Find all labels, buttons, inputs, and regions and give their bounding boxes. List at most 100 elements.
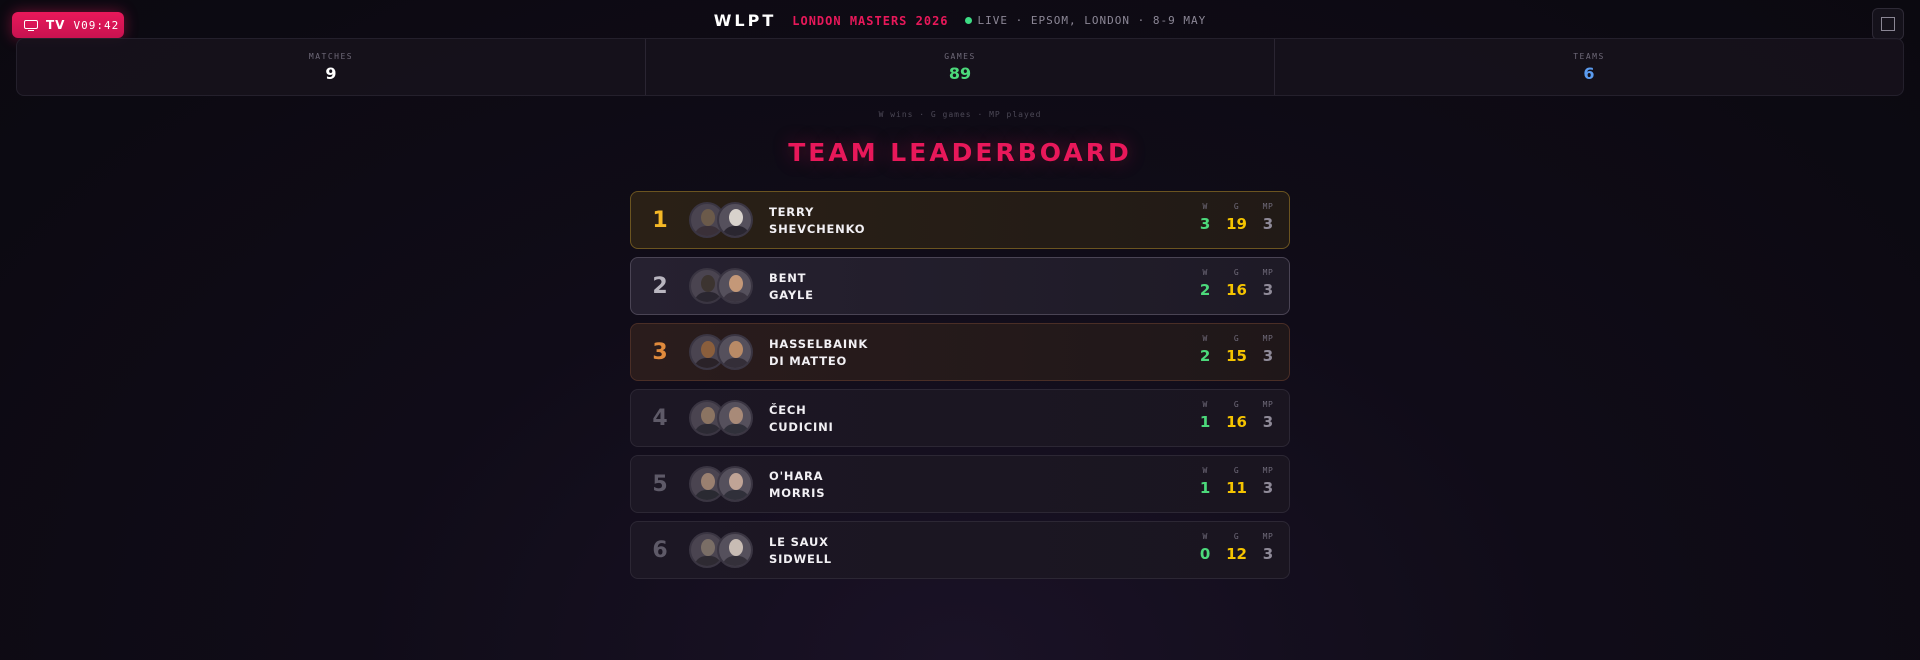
metric-wins: W1 xyxy=(1196,466,1214,497)
live-dot-icon xyxy=(964,17,972,24)
team-rank: 4 xyxy=(652,405,668,431)
avatar xyxy=(717,466,753,502)
played-value: 3 xyxy=(1262,545,1274,563)
metric-label: W xyxy=(1202,400,1208,409)
team-metrics: W 2 G 16 MP 3 xyxy=(1196,268,1277,299)
played-value: 3 xyxy=(1262,479,1274,497)
player-name: DI MATTEO xyxy=(769,353,848,368)
metric-wins: W0 xyxy=(1196,532,1214,563)
wins-value: 1 xyxy=(1199,413,1211,431)
metric-label: G xyxy=(1233,400,1240,409)
metric-label: G xyxy=(1233,202,1240,211)
metric-played: MP 3 xyxy=(1259,400,1277,431)
team-row[interactable]: 5 O'HARA MORRIS W 1 G 11 MP 3 xyxy=(630,455,1290,513)
metric-label: G xyxy=(1233,532,1240,541)
team-metrics: W 1 G 11 MP 3 xyxy=(1196,466,1277,497)
metric-label: G xyxy=(1233,334,1240,343)
played-value: 3 xyxy=(1262,347,1274,365)
player-name: LE SAUX xyxy=(769,534,829,549)
player-name: O'HARA xyxy=(769,468,824,483)
metric-wins: W2 xyxy=(1196,268,1214,299)
metric-played: MP 3 xyxy=(1259,268,1277,299)
team-metrics: W 2 G 15 MP 3 xyxy=(1196,334,1277,365)
avatar xyxy=(717,202,753,238)
team-row[interactable]: 1 TERRY SHEVCHENKO W 3 G 19 MP 3 xyxy=(630,191,1290,249)
stat-matches: MATCHES 9 xyxy=(17,39,645,95)
wins-value: 2 xyxy=(1199,347,1211,365)
metric-label: MP xyxy=(1262,466,1274,475)
team-row[interactable]: 4 ČECH CUDICINI W 1 G 16 MP 3 xyxy=(630,389,1290,447)
team-avatars xyxy=(689,268,755,304)
team-players: LE SAUX SIDWELL xyxy=(769,535,832,566)
played-value: 3 xyxy=(1262,281,1274,299)
player-name: MORRIS xyxy=(769,485,826,500)
games-value: 19 xyxy=(1226,215,1247,233)
team-row[interactable]: 3 HASSELBAINK DI MATTEO W 2 G 15 MP 3 xyxy=(630,323,1290,381)
team-avatars xyxy=(689,400,755,436)
metric-wins: W2 xyxy=(1196,334,1214,365)
stat-label: TEAMS xyxy=(1573,51,1605,61)
live-status: LIVE · EPSOM, LONDON · 8-9 MAY xyxy=(964,14,1207,27)
team-row[interactable]: 2 BENT GAYLE W 2 G 16 MP 3 xyxy=(630,257,1290,315)
stat-value: 9 xyxy=(325,63,337,83)
metric-label: W xyxy=(1202,334,1208,343)
metric-label: G xyxy=(1233,268,1240,277)
wins-value: 0 xyxy=(1199,545,1211,563)
metric-label: MP xyxy=(1262,202,1274,211)
player-name: SHEVCHENKO xyxy=(769,221,866,236)
team-players: BENT GAYLE xyxy=(769,271,814,302)
metric-label: W xyxy=(1202,202,1208,211)
team-metrics: W 0 G 12 MP 3 xyxy=(1196,532,1277,563)
wins-value: 2 xyxy=(1199,281,1211,299)
player-name: BENT xyxy=(769,270,807,285)
games-value: 16 xyxy=(1226,413,1247,431)
team-rank: 1 xyxy=(652,207,668,233)
wins-value: 1 xyxy=(1199,479,1211,497)
team-players: O'HARA MORRIS xyxy=(769,469,825,500)
stat-games: GAMES 89 xyxy=(645,39,1274,95)
metric-played: MP 3 xyxy=(1259,334,1277,365)
stat-label: GAMES xyxy=(944,51,976,61)
page-title: TEAM LEADERBOARD xyxy=(788,138,1132,167)
player-name: ČECH xyxy=(769,402,807,417)
player-name: HASSELBAINK xyxy=(769,336,869,351)
fullscreen-button[interactable] xyxy=(1872,8,1904,40)
avatar xyxy=(717,400,753,436)
player-name: SIDWELL xyxy=(769,551,832,566)
metric-wins: W3 xyxy=(1196,202,1214,233)
games-value: 12 xyxy=(1226,545,1247,563)
team-rank: 5 xyxy=(652,471,668,497)
team-row[interactable]: 6 LE SAUX SIDWELL W 0 G 12 MP 3 xyxy=(630,521,1290,579)
live-text: LIVE · EPSOM, LONDON · 8-9 MAY xyxy=(977,14,1207,27)
player-name: CUDICINI xyxy=(769,419,834,434)
legend-text: W wins · G games · MP played xyxy=(878,110,1042,119)
metric-played: MP 3 xyxy=(1259,532,1277,563)
stat-value: 6 xyxy=(1583,63,1595,83)
metric-games: G 11 xyxy=(1226,466,1247,497)
metric-games: G 16 xyxy=(1226,400,1247,431)
team-avatars xyxy=(689,466,755,502)
event-title: LONDON MASTERS 2026 xyxy=(792,13,949,28)
metric-played: MP 3 xyxy=(1259,466,1277,497)
stats-strip: MATCHES 9 GAMES 89 TEAMS 6 xyxy=(16,38,1904,96)
player-name: GAYLE xyxy=(769,287,814,302)
metric-label: MP xyxy=(1262,400,1274,409)
stat-teams: TEAMS 6 xyxy=(1274,39,1903,95)
metric-games: G 15 xyxy=(1226,334,1247,365)
metric-games: G 16 xyxy=(1226,268,1247,299)
team-players: ČECH CUDICINI xyxy=(769,403,834,434)
metric-games: G 19 xyxy=(1226,202,1247,233)
metric-label: G xyxy=(1233,466,1240,475)
team-rank: 6 xyxy=(652,537,668,563)
team-players: TERRY SHEVCHENKO xyxy=(769,205,865,236)
team-rank: 2 xyxy=(652,273,668,299)
stat-label: MATCHES xyxy=(308,51,354,61)
games-value: 11 xyxy=(1226,479,1247,497)
team-avatars xyxy=(689,532,755,568)
metric-label: W xyxy=(1202,268,1208,277)
leaderboard: 1 TERRY SHEVCHENKO W 3 G 19 MP 3 2 BENT GAYLE W 2 G 16 M… xyxy=(630,191,1290,587)
team-rank: 3 xyxy=(652,339,668,365)
metric-games: G 12 xyxy=(1226,532,1247,563)
games-value: 15 xyxy=(1226,347,1247,365)
metric-wins: W1 xyxy=(1196,400,1214,431)
